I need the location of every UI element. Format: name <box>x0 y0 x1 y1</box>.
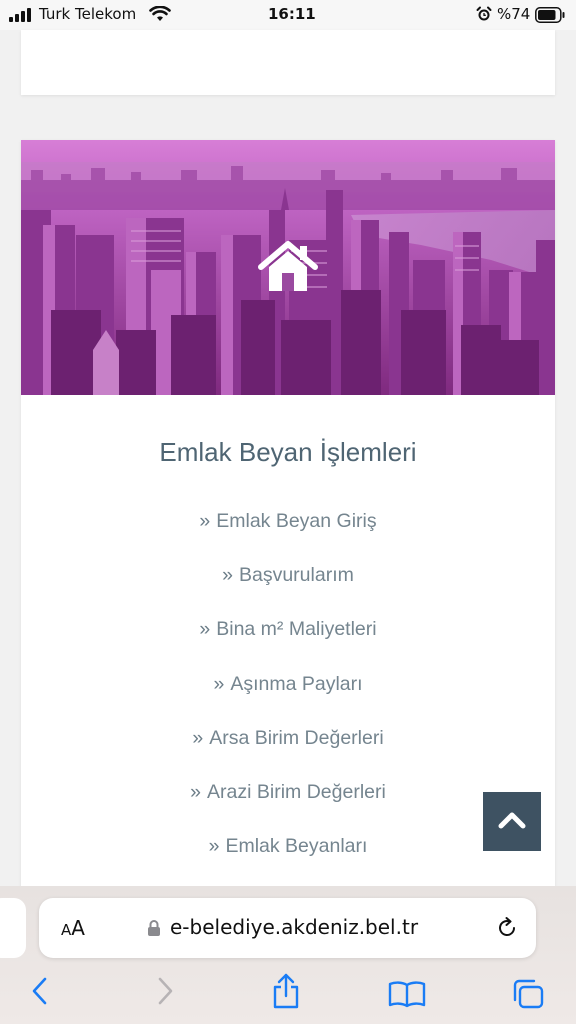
menu-item-label: Başvurularım <box>238 564 354 587</box>
battery-percentage: %74 <box>497 5 531 23</box>
clock: 16:11 <box>268 5 316 23</box>
previous-card <box>21 30 555 95</box>
menu-item-label: Aşınma Payları <box>230 672 363 695</box>
double-chevron-right-icon: » <box>222 564 233 587</box>
url-text: e-belediye.akdeniz.bel.tr <box>170 915 419 939</box>
previous-tab-pill[interactable] <box>0 898 26 958</box>
section-title: Emlak Beyan İşlemleri <box>159 437 417 467</box>
menu-item-label: Arsa Birim Değerleri <box>209 726 384 749</box>
menu-item-label: Emlak Beyan Giriş <box>216 510 377 532</box>
status-bar: Turk Telekom 16:11 %74 <box>0 0 576 30</box>
lock-icon <box>148 920 160 936</box>
back-icon[interactable] <box>30 976 50 1006</box>
menu-item-basvurularim[interactable]: » Başvurularım <box>21 562 555 616</box>
double-chevron-right-icon: » <box>192 726 204 749</box>
menu-item-asinma-paylari[interactable]: » Aşınma Payları <box>21 671 555 725</box>
alarm-icon <box>476 6 492 21</box>
text-size-button[interactable]: AA <box>61 916 85 940</box>
bookmarks-icon[interactable] <box>388 980 426 1008</box>
menu-item-arsa-birim-degerleri[interactable]: » Arsa Birim Değerleri <box>21 725 555 779</box>
double-chevron-right-icon: » <box>213 672 225 695</box>
hero-city-image <box>21 140 555 395</box>
share-icon[interactable] <box>271 972 301 1010</box>
menu-item-label: Bina m² Maliyetleri <box>216 618 377 641</box>
menu-item-bina-maliyetleri[interactable]: » Bina m² Maliyetleri <box>21 616 555 670</box>
menu-item-label: Arazi Birim Değerleri <box>207 780 386 803</box>
menu-item-label: Emlak Beyanları <box>225 835 368 858</box>
forward-icon[interactable] <box>155 976 175 1006</box>
home-icon <box>258 241 318 291</box>
emlak-menu: » Emlak Beyan Giriş » Başvurularım » Bina m… <box>21 508 555 887</box>
scroll-to-top-button[interactable] <box>483 792 541 851</box>
carrier-name: Turk Telekom <box>39 5 137 23</box>
browser-bottom-bar: AA e-belediye.akdeniz.bel.tr <box>0 886 576 1024</box>
tabs-icon[interactable] <box>511 978 545 1010</box>
chevron-up-icon <box>498 812 526 829</box>
emlak-beyan-card: Emlak Beyan İşlemleri » Emlak Beyan Giriş… <box>21 140 555 900</box>
menu-item-emlak-beyan-giris[interactable]: » Emlak Beyan Giriş <box>21 508 555 562</box>
address-bar[interactable]: AA e-belediye.akdeniz.bel.tr <box>39 898 536 958</box>
double-chevron-right-icon: » <box>199 510 211 532</box>
wifi-icon <box>149 6 171 21</box>
signal-icon <box>9 8 31 22</box>
double-chevron-right-icon: » <box>190 780 202 803</box>
double-chevron-right-icon: » <box>208 835 220 858</box>
battery-icon <box>535 7 565 23</box>
menu-item-emlak-beyanlari[interactable]: » Emlak Beyanları <box>21 833 555 887</box>
menu-item-arazi-birim-degerleri[interactable]: » Arazi Birim Değerleri <box>21 779 555 833</box>
reload-icon[interactable] <box>495 916 519 940</box>
double-chevron-right-icon: » <box>199 618 211 641</box>
